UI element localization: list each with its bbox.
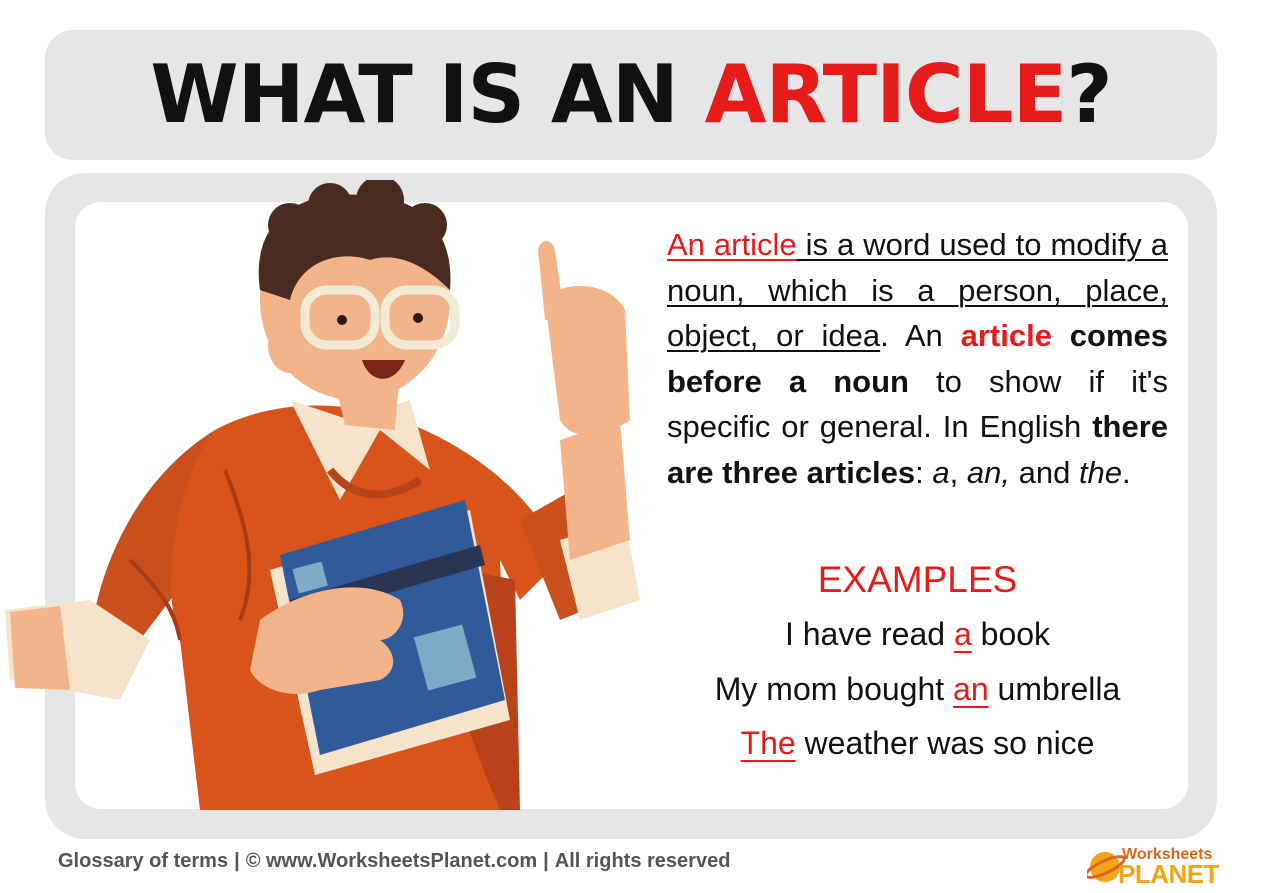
pointing-finger [538,241,565,320]
footer-divider: | [543,850,549,872]
comma: , [949,454,967,490]
final-period: . [1122,454,1131,490]
example-sentence: The weather was so nice [667,723,1168,763]
left-eye [337,315,347,325]
and-word: and [1009,454,1079,490]
right-eye [413,313,423,323]
footer-divider: | [234,850,240,872]
example-article: a [953,616,972,652]
example-sentence: My mom bought an umbrella [667,669,1168,709]
left-hand [10,606,70,690]
sentence-3-colon: : [915,454,933,490]
hair-curl [268,203,312,247]
footer-copyright[interactable]: © www.WorksheetsPlanet.com [246,850,537,872]
sentence-2-start: An [904,318,961,353]
example-text: I have read [784,616,954,652]
definition-period: . [880,318,889,353]
title-prefix: WHAT IS AN [150,48,705,141]
definition-text: An article is a word used to modify a no… [667,222,1168,495]
article-a: a [932,454,950,490]
example-text: umbrella [988,671,1121,707]
article-an: an, [966,454,1010,490]
example-article: The [740,725,796,761]
sentence-2-article: article [960,318,1052,353]
example-text: My mom bought [714,671,954,707]
example-article: an [953,671,989,707]
examples-heading: EXAMPLES [817,559,1018,600]
footer-glossary: Glossary of terms [58,850,229,872]
article-the: the [1078,454,1123,490]
footer: Glossary of terms | © www.WorksheetsPlanet… [58,850,730,873]
example-text: weather was so nice [795,725,1095,761]
footer-rights: All rights reserved [554,850,731,872]
hair-curl-2 [308,183,352,227]
logo-text-planet: PLANET [1118,859,1220,889]
page-title: WHAT IS AN ARTICLE? [150,55,1112,135]
title-accent: ARTICLE [704,48,1068,141]
title-banner: WHAT IS AN ARTICLE? [45,30,1217,160]
hair-curl-4 [403,203,447,247]
title-suffix: ? [1066,48,1112,141]
definition-term: An article [667,227,797,262]
teacher-illustration [5,180,640,810]
right-forearm [560,420,630,560]
example-text: book [971,616,1051,652]
example-sentence: I have read a book [667,614,1168,654]
